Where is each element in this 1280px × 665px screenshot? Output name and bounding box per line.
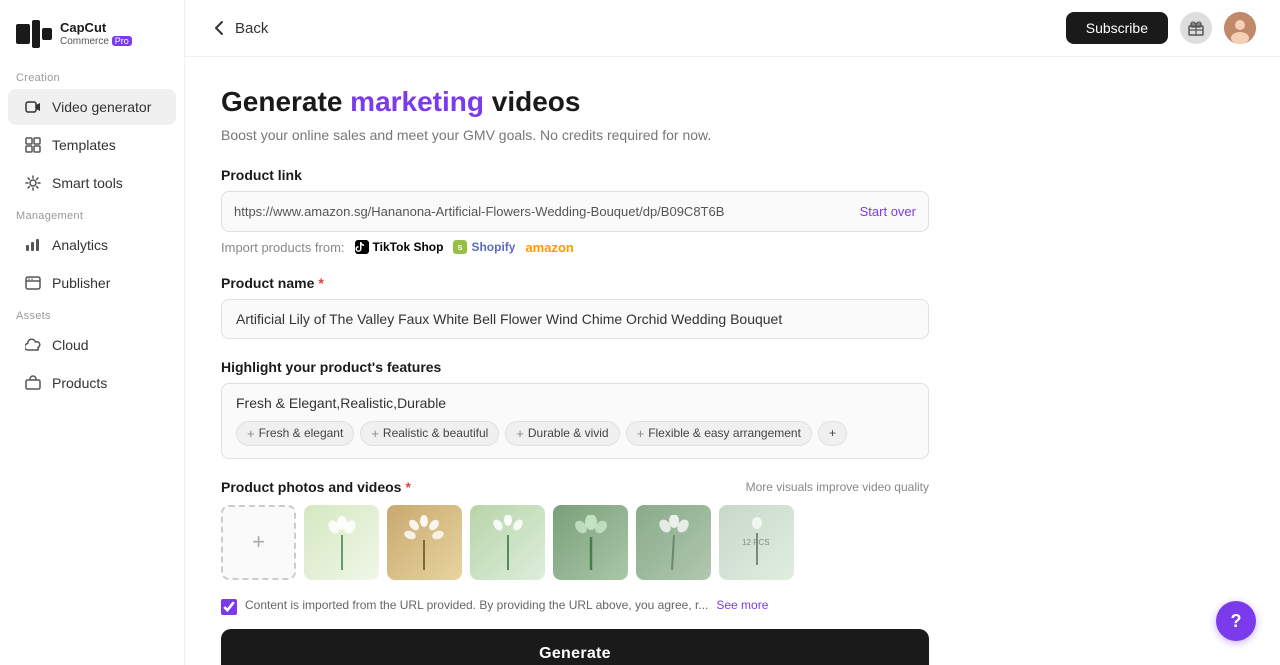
creation-section-label: Creation bbox=[0, 64, 184, 88]
page-subtitle: Boost your online sales and meet your GM… bbox=[221, 127, 929, 143]
svg-text:S: S bbox=[458, 245, 463, 252]
sidebar-item-smart-tools-label: Smart tools bbox=[52, 175, 123, 191]
sidebar-item-analytics-label: Analytics bbox=[52, 237, 108, 253]
sidebar-item-publisher-label: Publisher bbox=[52, 275, 110, 291]
feature-tag-3[interactable]: +Durable & vivid bbox=[505, 421, 619, 446]
import-label: Import products from: bbox=[221, 240, 345, 255]
product-photo-5[interactable] bbox=[636, 505, 711, 580]
generate-button[interactable]: Generate bbox=[221, 629, 929, 665]
product-photo-3[interactable] bbox=[470, 505, 545, 580]
main-content: Back Subscribe Generate mark bbox=[185, 0, 1280, 665]
analytics-icon bbox=[24, 236, 42, 254]
photos-required: * bbox=[405, 479, 410, 495]
subscribe-button[interactable]: Subscribe bbox=[1066, 12, 1168, 44]
help-button[interactable]: ? bbox=[1216, 601, 1256, 641]
product-link-field: Start over bbox=[221, 191, 929, 232]
sidebar-item-cloud-label: Cloud bbox=[52, 337, 89, 353]
feature-tag-4[interactable]: +Flexible & easy arrangement bbox=[626, 421, 812, 446]
import-logos: TikTok Shop S Shopify amazon bbox=[355, 240, 574, 255]
start-over-button[interactable]: Start over bbox=[860, 204, 916, 219]
sidebar: CapCut Commerce Pro Creation Video gener… bbox=[0, 0, 185, 665]
product-photo-1[interactable] bbox=[304, 505, 379, 580]
brand-sub: Commerce Pro bbox=[60, 36, 132, 48]
page-content: Generate marketing videos Boost your onl… bbox=[185, 57, 965, 665]
product-photo-2[interactable] bbox=[387, 505, 462, 580]
sidebar-item-products-label: Products bbox=[52, 375, 107, 391]
product-name-required: * bbox=[318, 275, 323, 291]
photos-label: Product photos and videos * bbox=[221, 479, 411, 495]
amazon-logo[interactable]: amazon bbox=[525, 240, 573, 255]
brand-name: CapCut bbox=[60, 20, 132, 36]
feature-tag-more[interactable]: + bbox=[818, 421, 847, 446]
features-container: +Fresh & elegant +Realistic & beautiful … bbox=[221, 383, 929, 459]
sidebar-item-smart-tools[interactable]: Smart tools bbox=[8, 165, 176, 201]
sidebar-item-templates[interactable]: Templates bbox=[8, 127, 176, 163]
product-photo-4[interactable] bbox=[553, 505, 628, 580]
capcut-logo-icon bbox=[16, 20, 52, 48]
title-highlight: marketing bbox=[350, 86, 484, 117]
cloud-icon bbox=[24, 336, 42, 354]
shopify-icon: S bbox=[453, 240, 467, 254]
help-icon: ? bbox=[1231, 611, 1242, 632]
logo: CapCut Commerce Pro bbox=[0, 12, 184, 64]
consent-row: Content is imported from the URL provide… bbox=[221, 598, 929, 615]
feature-tag-1[interactable]: +Fresh & elegant bbox=[236, 421, 354, 446]
sidebar-item-analytics[interactable]: Analytics bbox=[8, 227, 176, 263]
more-visuals-hint: More visuals improve video quality bbox=[746, 480, 929, 494]
title-suffix: videos bbox=[484, 86, 580, 117]
sidebar-item-templates-label: Templates bbox=[52, 137, 116, 153]
tiktok-shop-logo[interactable]: TikTok Shop bbox=[355, 240, 444, 254]
back-arrow-icon bbox=[209, 18, 229, 38]
product-link-input[interactable] bbox=[234, 192, 852, 231]
smart-tools-icon bbox=[24, 174, 42, 192]
user-avatar[interactable] bbox=[1224, 12, 1256, 44]
consent-checkbox[interactable] bbox=[221, 599, 237, 615]
title-prefix: Generate bbox=[221, 86, 350, 117]
topbar: Back Subscribe bbox=[185, 0, 1280, 57]
products-icon bbox=[24, 374, 42, 392]
management-section-label: Management bbox=[0, 202, 184, 226]
assets-section-label: Assets bbox=[0, 302, 184, 326]
flower-svg-6: 12 PCS bbox=[737, 515, 777, 570]
topbar-right: Subscribe bbox=[1066, 12, 1256, 44]
flower-svg-2 bbox=[402, 515, 447, 570]
add-photo-button[interactable]: + bbox=[221, 505, 296, 580]
sidebar-item-cloud[interactable]: Cloud bbox=[8, 327, 176, 363]
tiktok-icon bbox=[355, 240, 369, 254]
back-button[interactable]: Back bbox=[209, 18, 268, 38]
product-photo-6[interactable]: 12 PCS bbox=[719, 505, 794, 580]
product-name-input[interactable] bbox=[221, 299, 929, 339]
features-tags: +Fresh & elegant +Realistic & beautiful … bbox=[222, 417, 928, 458]
gift-button[interactable] bbox=[1180, 12, 1212, 44]
back-label: Back bbox=[235, 20, 268, 37]
sidebar-item-video-generator[interactable]: Video generator bbox=[8, 89, 176, 125]
product-link-label: Product link bbox=[221, 167, 929, 183]
publisher-icon bbox=[24, 274, 42, 292]
templates-icon bbox=[24, 136, 42, 154]
see-more-link[interactable]: See more bbox=[716, 598, 768, 612]
product-name-label: Product name * bbox=[221, 275, 929, 291]
features-input[interactable] bbox=[222, 384, 928, 417]
photos-grid: + bbox=[221, 505, 929, 584]
photos-header: Product photos and videos * More visuals… bbox=[221, 479, 929, 495]
flower-svg-5 bbox=[654, 515, 694, 570]
page-title: Generate marketing videos bbox=[221, 85, 929, 119]
flower-svg-1 bbox=[322, 515, 362, 570]
flower-svg-3 bbox=[488, 515, 528, 570]
svg-text:12 PCS: 12 PCS bbox=[742, 538, 770, 547]
sidebar-item-products[interactable]: Products bbox=[8, 365, 176, 401]
shopify-logo[interactable]: S Shopify bbox=[453, 240, 515, 254]
flower-svg-4 bbox=[571, 515, 611, 570]
gift-icon bbox=[1187, 19, 1205, 37]
feature-tag-2[interactable]: +Realistic & beautiful bbox=[360, 421, 499, 446]
features-label: Highlight your product's features bbox=[221, 359, 929, 375]
import-row: Import products from: TikTok Shop S Shop… bbox=[221, 240, 929, 255]
sidebar-item-video-label: Video generator bbox=[52, 99, 151, 115]
video-icon bbox=[24, 98, 42, 116]
sidebar-item-publisher[interactable]: Publisher bbox=[8, 265, 176, 301]
consent-text: Content is imported from the URL provide… bbox=[245, 598, 708, 612]
